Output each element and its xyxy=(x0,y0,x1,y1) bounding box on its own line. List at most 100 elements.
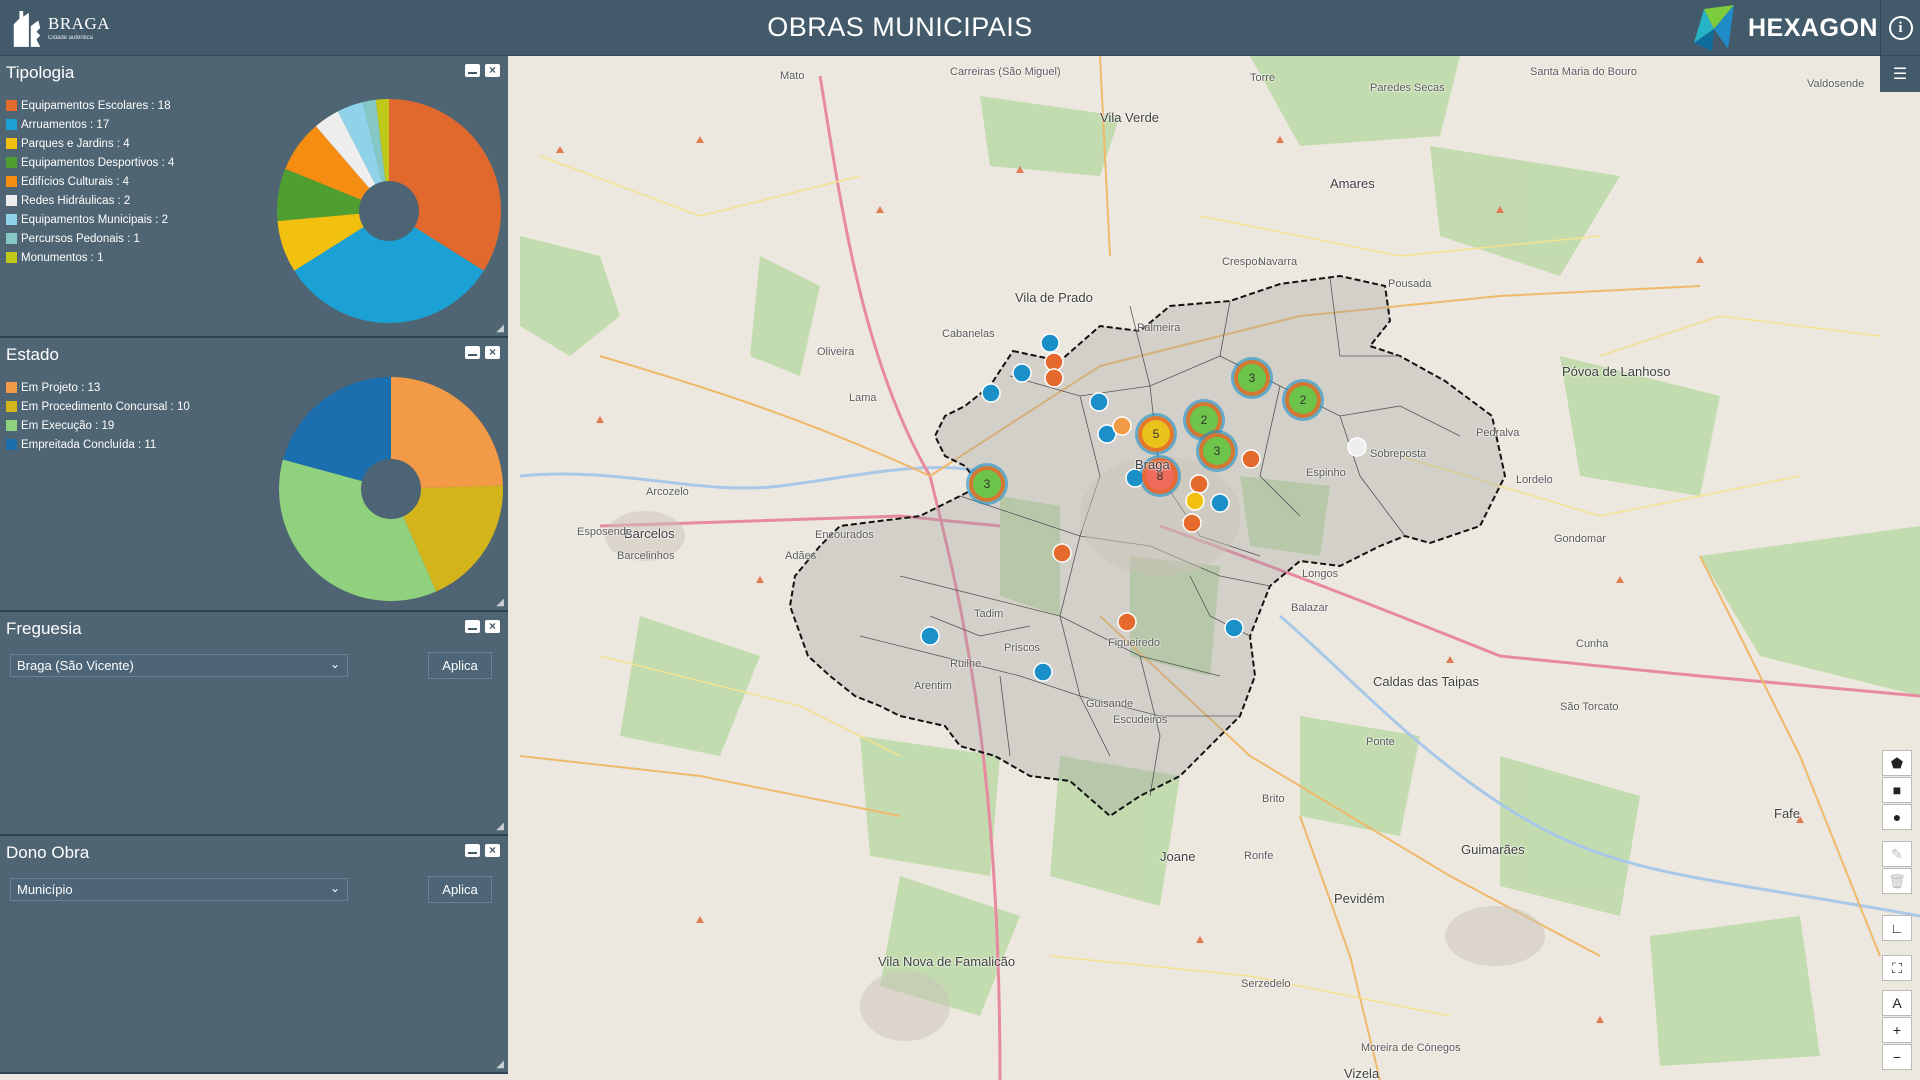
edit-button[interactable]: ✎ xyxy=(1882,841,1912,867)
place-label: Pevidém xyxy=(1334,891,1385,906)
legend-label: Percursos Pedonais : 1 xyxy=(21,232,140,245)
delete-button[interactable]: 🗑 xyxy=(1882,868,1912,894)
north-button[interactable]: A xyxy=(1882,990,1912,1016)
measure-button[interactable]: ∟ xyxy=(1882,915,1912,941)
legend-swatch xyxy=(6,233,17,244)
info-button[interactable]: i xyxy=(1880,0,1920,56)
menu-button[interactable]: ☰ xyxy=(1880,56,1920,92)
cluster-marker[interactable]: 3 xyxy=(969,466,1005,502)
legend-item[interactable]: Empreitada Concluída : 11 xyxy=(6,435,190,454)
minimize-icon[interactable] xyxy=(465,620,480,633)
minimize-icon[interactable] xyxy=(465,844,480,857)
place-label: Lordelo xyxy=(1516,474,1553,486)
legend-item[interactable]: Equipamentos Escolares : 18 xyxy=(6,96,174,115)
place-label: Lama xyxy=(849,392,877,404)
chart-legend: Equipamentos Escolares : 18 Arruamentos :… xyxy=(6,96,174,267)
app-header: BRAGA Cidade autêntica OBRAS MUNICIPAIS … xyxy=(0,0,1920,56)
rectangle-draw-button[interactable]: ■ xyxy=(1882,777,1912,803)
legend-label: Redes Hidráulicas : 2 xyxy=(21,194,131,207)
trash-icon: 🗑 xyxy=(1888,872,1906,889)
legend-item[interactable]: Percursos Pedonais : 1 xyxy=(6,229,174,248)
legend-item[interactable]: Em Execução : 19 xyxy=(6,416,190,435)
pie-chart-estado[interactable] xyxy=(276,374,506,604)
place-label: Serzedelo xyxy=(1241,978,1291,990)
freguesia-apply-button[interactable]: Aplica xyxy=(428,652,492,679)
chart-legend: Em Projeto : 13 Em Procedimento Concursal… xyxy=(6,378,190,454)
legend-label: Monumentos : 1 xyxy=(21,251,104,264)
place-label: Espinho xyxy=(1306,467,1346,479)
polygon-draw-button[interactable]: ⬟ xyxy=(1882,750,1912,776)
close-icon[interactable]: × xyxy=(485,620,500,633)
place-label: Póvoa de Lanhoso xyxy=(1562,364,1671,379)
place-label: Valdosende xyxy=(1807,78,1865,90)
place-label: Ponte xyxy=(1366,736,1395,748)
place-label: Arentim xyxy=(914,680,952,692)
place-label: Torre xyxy=(1250,72,1276,84)
hexagon-logo: HEXAGON xyxy=(1690,2,1878,54)
resize-handle[interactable]: ◢ xyxy=(496,323,504,334)
circle-draw-button[interactable]: ● xyxy=(1882,804,1912,830)
place-label: Guisande xyxy=(1086,698,1134,710)
place-label: Moreira de Cónegos xyxy=(1361,1042,1461,1054)
resize-handle[interactable]: ◢ xyxy=(496,597,504,608)
place-label: Longos xyxy=(1302,568,1339,580)
minimize-icon[interactable] xyxy=(465,346,480,359)
dono-obra-apply-button[interactable]: Aplica xyxy=(428,876,492,903)
edit-icon: ✎ xyxy=(1891,845,1903,862)
place-label: Ruilhe xyxy=(950,658,982,670)
legend-label: Edifícios Culturais : 4 xyxy=(21,175,130,188)
legend-swatch xyxy=(6,214,17,225)
legend-item[interactable]: Edifícios Culturais : 4 xyxy=(6,172,174,191)
resize-handle[interactable]: ◢ xyxy=(496,1059,504,1070)
panel-estado: Estado × Em Projeto : 13 Em Procedimento … xyxy=(0,338,508,612)
vendor-name: HEXAGON xyxy=(1748,13,1878,42)
donut-hole xyxy=(361,459,421,519)
resize-handle[interactable]: ◢ xyxy=(496,821,504,832)
zoom-out-button[interactable]: − xyxy=(1882,1044,1912,1070)
dono-obra-select[interactable]: Município ⌄ xyxy=(10,878,348,901)
cluster-marker[interactable]: 2 xyxy=(1285,382,1321,418)
place-label: Fafe xyxy=(1774,806,1801,821)
freguesia-select[interactable]: Braga (São Vicente) ⌄ xyxy=(10,654,348,677)
legend-item[interactable]: Monumentos : 1 xyxy=(6,248,174,267)
place-label: Cunha xyxy=(1576,638,1609,650)
place-label: Palmeira xyxy=(1137,322,1181,334)
place-label: Mato xyxy=(780,70,805,82)
place-label: Crespos xyxy=(1222,256,1263,268)
cluster-count: 5 xyxy=(1152,427,1160,441)
legend-item[interactable]: Equipamentos Municipais : 2 xyxy=(6,210,174,229)
fullscreen-button[interactable]: ⛶ xyxy=(1882,955,1912,981)
legend-item[interactable]: Em Procedimento Concursal : 10 xyxy=(6,397,190,416)
place-label: Vila de Prado xyxy=(1015,290,1093,305)
legend-swatch xyxy=(6,252,17,263)
place-label: Pousada xyxy=(1388,278,1432,290)
panel-dono-obra: Dono Obra × Município ⌄ Aplica ◢ xyxy=(0,836,508,1074)
zoom-in-button[interactable]: + xyxy=(1882,1017,1912,1043)
close-icon[interactable]: × xyxy=(485,64,500,77)
cluster-marker[interactable]: 5 xyxy=(1138,416,1174,452)
place-label: Barcelinhos xyxy=(617,550,675,562)
north-arrow-icon: A xyxy=(1892,995,1902,1011)
close-icon[interactable]: × xyxy=(485,346,500,359)
panel-freguesia: Freguesia × Braga (São Vicente) ⌄ Aplica… xyxy=(0,612,508,836)
legend-item[interactable]: Em Projeto : 13 xyxy=(6,378,190,397)
place-label: Guimarães xyxy=(1461,842,1525,857)
cluster-marker[interactable]: 3 xyxy=(1199,433,1235,469)
legend-item[interactable]: Arruamentos : 17 xyxy=(6,115,174,134)
panel-title: Freguesia xyxy=(6,619,82,638)
minimize-icon[interactable] xyxy=(465,64,480,77)
cluster-marker[interactable]: 3 xyxy=(1234,360,1270,396)
place-label: Balazar xyxy=(1291,602,1329,614)
legend-item[interactable]: Parques e Jardins : 4 xyxy=(6,134,174,153)
place-label: Sobreposta xyxy=(1370,448,1427,460)
fullscreen-icon: ⛶ xyxy=(1892,959,1902,976)
cluster-count: 2 xyxy=(1299,393,1307,407)
legend-label: Equipamentos Escolares : 18 xyxy=(21,99,171,112)
close-icon[interactable]: × xyxy=(485,844,500,857)
pie-chart-tipologia[interactable] xyxy=(274,96,504,326)
place-label: Adães xyxy=(785,550,817,562)
place-label: Paredes Secas xyxy=(1370,82,1445,94)
legend-item[interactable]: Equipamentos Desportivos : 4 xyxy=(6,153,174,172)
legend-item[interactable]: Redes Hidráulicas : 2 xyxy=(6,191,174,210)
place-label: Amares xyxy=(1330,176,1375,191)
